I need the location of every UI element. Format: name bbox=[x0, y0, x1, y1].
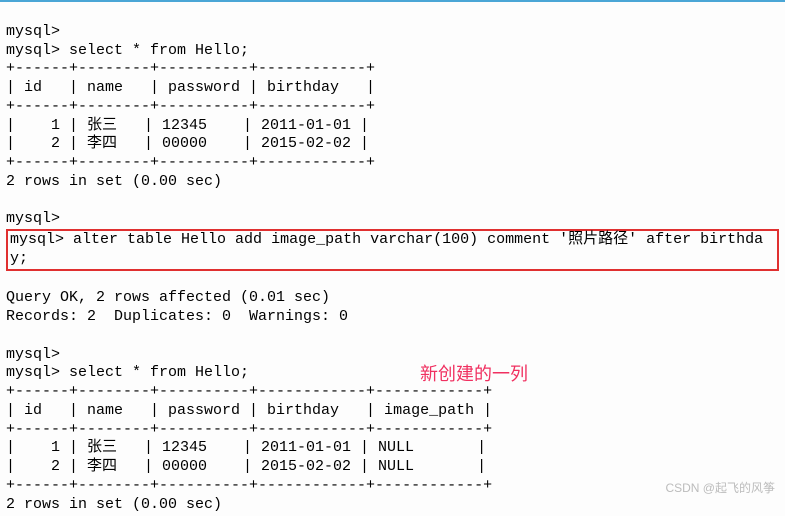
highlighted-alter-command: mysql> alter table Hello add image_path … bbox=[6, 229, 779, 271]
mysql-terminal[interactable]: mysql> mysql> select * from Hello; +----… bbox=[0, 2, 785, 516]
prompt: mysql> bbox=[10, 231, 64, 248]
table-row: | 1 | 张三 | 12345 | 2011-01-01 | NULL | bbox=[6, 439, 486, 456]
annotation-new-column: 新创建的一列 bbox=[420, 360, 528, 386]
sql-command: select * from Hello; bbox=[69, 364, 249, 381]
table-border: +------+--------+----------+------------… bbox=[6, 98, 375, 115]
table-row: | 1 | 张三 | 12345 | 2011-01-01 | bbox=[6, 117, 369, 134]
sql-command: select * from Hello; bbox=[69, 42, 249, 59]
table-border: +------+--------+----------+------------… bbox=[6, 477, 492, 494]
result-summary: 2 rows in set (0.00 sec) bbox=[6, 173, 222, 190]
result-summary: 2 rows in set (0.00 sec) bbox=[6, 496, 222, 513]
table-row: | 2 | 李四 | 00000 | 2015-02-02 | NULL | bbox=[6, 458, 486, 475]
prompt: mysql> bbox=[6, 23, 60, 40]
records-line: Records: 2 Duplicates: 0 Warnings: 0 bbox=[6, 308, 348, 325]
watermark: CSDN @起飞的风筝 bbox=[665, 479, 775, 496]
table-header: | id | name | password | birthday | bbox=[6, 79, 375, 96]
query-ok-line: Query OK, 2 rows affected (0.01 sec) bbox=[6, 289, 330, 306]
sql-command: alter table Hello add image_path varchar… bbox=[10, 231, 763, 267]
prompt: mysql> bbox=[6, 210, 60, 227]
table-header: | id | name | password | birthday | imag… bbox=[6, 402, 492, 419]
prompt: mysql> bbox=[6, 42, 60, 59]
prompt: mysql> bbox=[6, 346, 60, 363]
prompt: mysql> bbox=[6, 364, 60, 381]
table-border: +------+--------+----------+------------… bbox=[6, 60, 375, 77]
table-border: +------+--------+----------+------------… bbox=[6, 154, 375, 171]
table-border: +------+--------+----------+------------… bbox=[6, 421, 492, 438]
table-row: | 2 | 李四 | 00000 | 2015-02-02 | bbox=[6, 135, 369, 152]
